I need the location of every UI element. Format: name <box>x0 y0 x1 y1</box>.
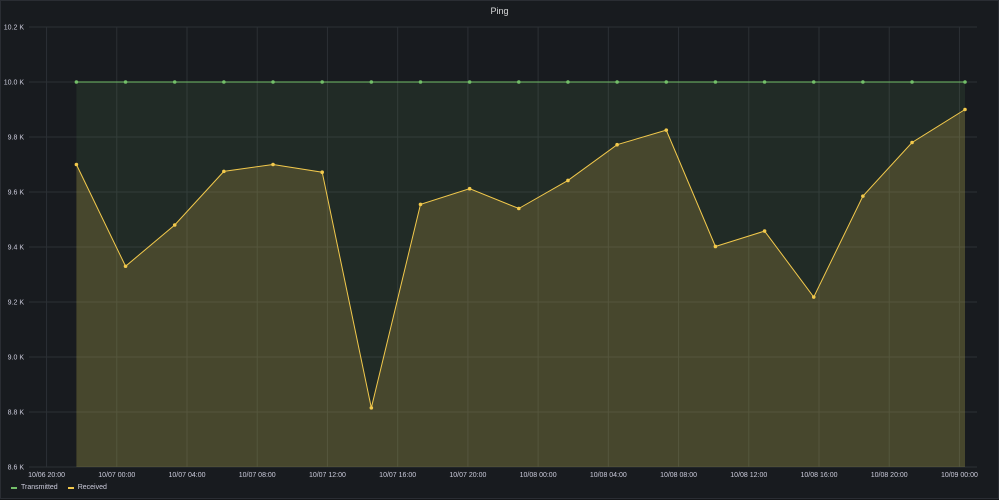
point-transmitted <box>566 80 570 84</box>
legend: Transmitted Received <box>11 484 107 491</box>
point-transmitted <box>713 80 718 84</box>
point-received <box>369 406 374 410</box>
point-transmitted <box>762 80 767 84</box>
point-transmitted <box>615 80 619 84</box>
x-tick-label: 10/07 12:00 <box>309 472 346 479</box>
point-received <box>811 295 816 299</box>
y-tick-label: 9.2 K <box>8 300 25 307</box>
point-transmitted <box>222 80 226 84</box>
legend-swatch-received <box>67 486 74 489</box>
x-tick-label: 10/06 20:00 <box>28 472 65 479</box>
point-transmitted <box>123 80 128 84</box>
point-transmitted <box>467 80 472 84</box>
point-received <box>418 202 423 207</box>
y-tick-label: 10.2 K <box>4 25 25 32</box>
x-tick-label: 10/08 04:00 <box>590 472 627 479</box>
point-transmitted <box>271 80 275 84</box>
point-transmitted <box>811 80 816 84</box>
x-tick-label: 10/08 12:00 <box>730 472 767 479</box>
y-tick-label: 9.4 K <box>8 245 25 252</box>
point-received <box>172 223 177 227</box>
point-received <box>664 128 669 132</box>
point-received <box>222 169 226 174</box>
point-received <box>320 170 324 174</box>
x-tick-label: 10/09 00:00 <box>941 472 978 479</box>
point-transmitted <box>369 80 374 84</box>
legend-label-received: Received <box>77 484 107 491</box>
chart-panel: Ping 8.6 K 8.8 K 9.0 K 9.2 K 9.4 K 9.6 K 9.8 K… <box>0 0 999 499</box>
point-received <box>467 186 472 191</box>
point-transmitted <box>172 80 177 84</box>
x-tick-label: 10/07 00:00 <box>98 472 135 479</box>
point-transmitted <box>320 80 324 84</box>
point-received <box>910 140 914 145</box>
legend-item-transmitted[interactable]: Transmitted <box>11 484 58 491</box>
legend-swatch-transmitted <box>11 486 17 489</box>
x-tick-label: 10/08 08:00 <box>660 472 697 479</box>
point-received <box>762 229 767 233</box>
point-received <box>861 194 865 198</box>
legend-label-transmitted: Transmitted <box>21 484 58 491</box>
point-received <box>963 107 967 112</box>
point-received <box>74 162 79 167</box>
x-tick-label: 10/08 00:00 <box>520 472 557 479</box>
x-tick-label: 10/07 08:00 <box>239 472 276 479</box>
point-transmitted <box>910 80 914 84</box>
point-received <box>566 178 570 183</box>
point-received <box>615 142 619 147</box>
point-transmitted <box>418 80 423 84</box>
y-tick-label: 8.8 K <box>8 410 25 417</box>
x-tick-label: 10/08 20:00 <box>871 472 908 479</box>
point-transmitted <box>74 80 79 84</box>
point-transmitted <box>664 80 669 84</box>
point-received <box>517 206 521 211</box>
legend-item-received[interactable]: Received <box>67 484 107 491</box>
x-tick-label: 10/07 20:00 <box>449 472 486 479</box>
x-tick-label: 10/08 16:00 <box>801 472 838 479</box>
point-received <box>271 162 275 167</box>
y-tick-label: 9.8 K <box>8 135 25 142</box>
y-tick-label: 9.0 K <box>8 355 25 362</box>
y-tick-label: 8.6 K <box>8 465 25 472</box>
chart-svg: 8.6 K 8.8 K 9.0 K 9.2 K 9.4 K 9.6 K 9.8 K 10.0 … <box>4 25 978 480</box>
point-transmitted <box>963 80 967 84</box>
x-tick-label: 10/07 16:00 <box>379 472 416 479</box>
y-tick-label: 9.6 K <box>8 190 25 197</box>
point-received <box>713 244 718 249</box>
point-received <box>123 264 128 269</box>
x-tick-label: 10/07 04:00 <box>169 472 206 479</box>
point-transmitted <box>861 80 865 84</box>
y-tick-label: 10.0 K <box>4 80 25 87</box>
point-transmitted <box>517 80 521 84</box>
